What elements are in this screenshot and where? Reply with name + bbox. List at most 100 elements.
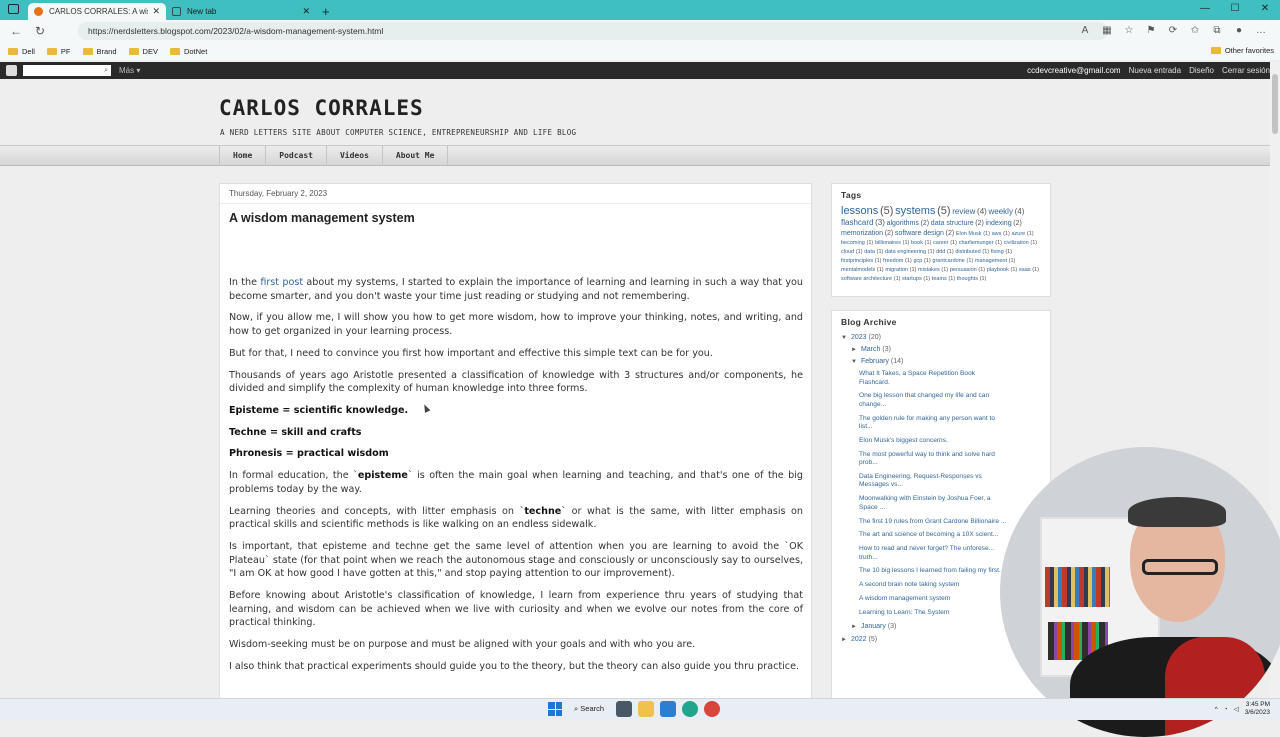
expanded-triangle-icon[interactable]: ▼ xyxy=(841,335,847,341)
archive-post-link[interactable]: The art and science of becoming a 10X sc… xyxy=(859,531,1007,540)
volume-icon[interactable]: ◁ xyxy=(1234,705,1239,713)
archive-post-link[interactable]: Data Engineering, Request-Responses vs M… xyxy=(859,473,1007,490)
maximize-icon[interactable]: ☐ xyxy=(1220,0,1250,20)
tag-link[interactable]: fixing xyxy=(991,249,1004,255)
tag-link[interactable]: software architecture xyxy=(841,276,892,282)
archive-post-link[interactable]: A second brain note taking system xyxy=(859,581,1007,590)
wifi-icon[interactable]: ◔ xyxy=(1224,706,1228,713)
tag-link[interactable]: data engineering xyxy=(885,249,926,255)
close-tab-icon[interactable]: ✕ xyxy=(302,6,310,17)
more-menu[interactable]: Más ▾ xyxy=(119,66,140,75)
tag-link[interactable]: freedom xyxy=(883,258,903,264)
favorites-icon[interactable]: ✩ xyxy=(1184,23,1206,39)
scrollbar-thumb[interactable] xyxy=(1272,74,1278,134)
tag-link[interactable]: saas xyxy=(1019,267,1031,273)
extension-icon[interactable]: ⚑ xyxy=(1140,23,1162,39)
tag-link[interactable]: Elon Musk xyxy=(956,231,982,237)
tag-link[interactable]: persuasion xyxy=(950,267,977,273)
tag-link[interactable]: management xyxy=(975,258,1007,264)
month-label[interactable]: January xyxy=(861,623,886,630)
archive-post-link[interactable]: Moonwalking with Einstein by Joshua Foer… xyxy=(859,495,1007,512)
tag-link[interactable]: gcp xyxy=(913,258,922,264)
tag-link[interactable]: becoming xyxy=(841,240,865,246)
tag-link[interactable]: distributed xyxy=(955,249,980,255)
blogger-icon[interactable] xyxy=(6,65,17,76)
tag-link[interactable]: data xyxy=(864,249,875,255)
tag-link[interactable]: startups xyxy=(902,276,922,282)
close-window-icon[interactable]: ✕ xyxy=(1250,0,1280,20)
expanded-triangle-icon[interactable]: ▼ xyxy=(851,359,857,365)
archive-post-link[interactable]: One big lesson that changed my life and … xyxy=(859,392,1007,409)
favorite-star-icon[interactable]: ☆ xyxy=(1118,23,1140,39)
tab-actions-icon[interactable] xyxy=(8,4,19,14)
tag-link[interactable]: civilization xyxy=(1004,240,1029,246)
tag-link[interactable]: teams xyxy=(932,276,947,282)
file-explorer-icon[interactable] xyxy=(638,701,654,717)
archive-post-link[interactable]: The most powerful way to think and solve… xyxy=(859,451,1007,468)
bookmark-folder[interactable]: Brand xyxy=(82,47,117,56)
archive-post-link[interactable]: The first 19 rules from Grant Cardone Bi… xyxy=(859,518,1007,527)
tag-link[interactable]: thoughts xyxy=(957,276,978,282)
tag-link[interactable]: firstprinciples xyxy=(841,258,873,264)
collapsed-triangle-icon[interactable]: ► xyxy=(841,637,847,643)
post-title[interactable]: A wisdom management system xyxy=(229,211,802,225)
new-tab-plus-icon[interactable]: + xyxy=(322,4,330,19)
sign-out-link[interactable]: Cerrar sesión xyxy=(1222,62,1270,79)
tag-link[interactable]: ddd xyxy=(936,249,945,255)
clock[interactable]: 3:45 PM 3/6/2023 xyxy=(1245,701,1270,717)
tag-link[interactable]: flashcard xyxy=(841,218,873,227)
menu-about-me[interactable]: About Me xyxy=(381,145,449,166)
archive-month-march[interactable]: ► March (3) xyxy=(851,346,1041,353)
archive-post-link[interactable]: The 10 big lessons I learned from failin… xyxy=(859,567,1007,576)
profile-avatar-icon[interactable]: ● xyxy=(1228,23,1250,39)
blog-search-input[interactable]: ⌕ xyxy=(23,65,111,76)
archive-post-link[interactable]: The golden rule for making any person wa… xyxy=(859,415,1007,432)
bookmark-folder[interactable]: Dell xyxy=(8,47,35,56)
menu-podcast[interactable]: Podcast xyxy=(265,145,326,166)
tag-link[interactable]: career xyxy=(933,240,949,246)
tag-link[interactable]: review xyxy=(952,207,975,216)
tag-link[interactable]: playbook xyxy=(987,267,1009,273)
windows-start-icon[interactable] xyxy=(548,702,562,716)
tag-link[interactable]: software design xyxy=(895,230,944,237)
tag-link[interactable]: mentalmodels xyxy=(841,267,875,273)
bookmark-folder[interactable]: DotNet xyxy=(169,47,207,56)
task-view-icon[interactable] xyxy=(616,701,632,717)
archive-post-link[interactable]: Learning to Learn: The System xyxy=(859,609,1007,618)
tag-link[interactable]: book xyxy=(911,240,923,246)
tag-link[interactable]: data structure xyxy=(931,220,974,227)
collapsed-triangle-icon[interactable]: ► xyxy=(851,347,857,353)
bookmark-folder[interactable]: DEV xyxy=(128,47,158,56)
tag-link[interactable]: mistakes xyxy=(918,267,940,273)
edge-browser-icon[interactable] xyxy=(682,701,698,717)
month-label[interactable]: February xyxy=(861,358,889,365)
tab-new[interactable]: New tab ✕ xyxy=(166,3,316,20)
close-tab-icon[interactable]: ✕ xyxy=(152,6,160,17)
tray-chevron-icon[interactable]: ^ xyxy=(1215,706,1218,713)
archive-post-link[interactable]: What It Takes, a Space Repetition Book F… xyxy=(859,370,1007,387)
archive-year-2023[interactable]: ▼ 2023 (20) xyxy=(841,334,1041,341)
search-icon[interactable]: ⌕ xyxy=(104,65,108,76)
refresh-icon[interactable]: ↻ xyxy=(28,24,52,38)
tag-link[interactable]: weekly xyxy=(988,207,1012,216)
tag-link[interactable]: billionaires xyxy=(875,240,901,246)
blog-title[interactable]: CARLOS CORRALES xyxy=(219,96,424,120)
tag-link[interactable]: cloud xyxy=(841,249,854,255)
read-aloud-icon[interactable]: A xyxy=(1074,23,1096,39)
menu-videos[interactable]: Videos xyxy=(325,145,382,166)
account-email[interactable]: ccdevcreative@gmail.com xyxy=(1027,62,1120,79)
archive-post-link[interactable]: How to read and never forget? The unfore… xyxy=(859,545,1007,562)
new-post-link[interactable]: Nueva entrada xyxy=(1129,62,1181,79)
tag-link[interactable]: memorization xyxy=(841,230,883,237)
other-favorites[interactable]: Other favorites xyxy=(1210,46,1274,55)
archive-post-link[interactable]: Elon Musk's biggest concerns. xyxy=(859,437,1007,446)
year-label[interactable]: 2022 xyxy=(851,636,867,643)
collapsed-triangle-icon[interactable]: ► xyxy=(851,624,857,630)
vscode-icon[interactable] xyxy=(660,701,676,717)
collections-icon[interactable]: ⧉ xyxy=(1206,23,1228,39)
minimize-icon[interactable]: — xyxy=(1190,0,1220,20)
archive-post-link[interactable]: A wisdom management system xyxy=(859,595,1007,604)
bookmark-folder[interactable]: PF xyxy=(46,47,71,56)
first-post-link[interactable]: first post xyxy=(260,277,303,288)
tag-link[interactable]: aws xyxy=(992,231,1002,237)
